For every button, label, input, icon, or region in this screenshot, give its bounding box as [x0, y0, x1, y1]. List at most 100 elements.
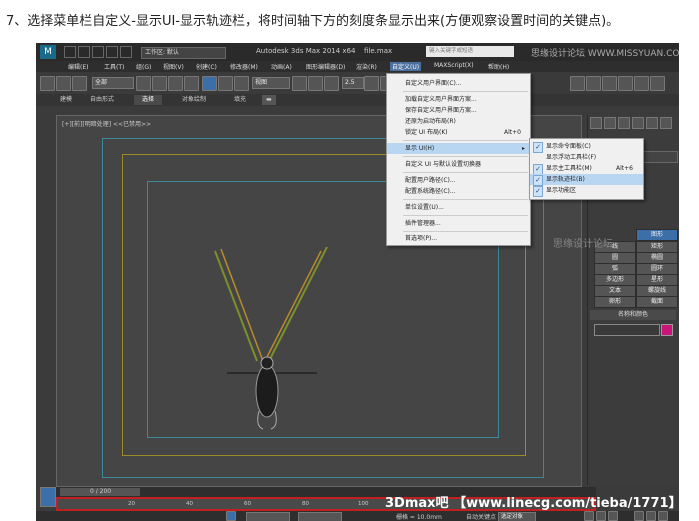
snap-toggle[interactable]: 2.5 [342, 77, 364, 89]
select-manipulate-icon[interactable] [308, 76, 323, 91]
menu-item-units-setup[interactable]: 单位设置(U)... [387, 202, 530, 213]
submenu-item-floating-toolbars[interactable]: 显示浮动工具栏(F) [530, 152, 643, 163]
menu-item-user-paths[interactable]: 配置用户路径(C)... [387, 175, 530, 186]
redo-icon[interactable] [120, 46, 132, 58]
orbit-icon[interactable] [658, 511, 668, 521]
select-by-name-icon[interactable] [152, 76, 167, 91]
select-object-icon[interactable] [136, 76, 151, 91]
ribbon-toggle-icon[interactable]: ▬ [262, 95, 276, 105]
create-tab-icon[interactable] [590, 117, 602, 129]
pivot-icon[interactable] [292, 76, 307, 91]
menu-item-revert-layout[interactable]: 还原为启动布局(R) [387, 116, 530, 127]
autokey-label[interactable]: 自动关键点 [466, 512, 496, 521]
object-color-swatch[interactable] [661, 324, 673, 336]
submenu-item-main-toolbar[interactable]: ✓ 显示主工具栏(M) Alt+6 [530, 163, 643, 175]
menu-item-system-paths[interactable]: 配置系统路径(C)... [387, 186, 530, 197]
menu-views[interactable]: 视图(V) [161, 62, 186, 71]
link-icon[interactable] [40, 76, 55, 91]
ribbon-tab-freeform[interactable]: 自由形式 [82, 95, 122, 105]
display-tab-icon[interactable] [646, 117, 658, 129]
window-crossing-icon[interactable] [184, 76, 199, 91]
menu-item-customize-ui[interactable]: 自定义用户界面(C)... [387, 78, 530, 89]
object-name-field[interactable] [594, 324, 660, 336]
modify-tab-icon[interactable] [604, 117, 616, 129]
rendered-frame-icon[interactable] [618, 76, 633, 91]
viewport-label[interactable]: [+][前][明暗处理] <<已禁用>> [62, 119, 151, 128]
submenu-item-label: 显示浮动工具栏(F) [546, 154, 597, 161]
render-production-icon[interactable] [650, 76, 665, 91]
ribbon-tab-populate[interactable]: 填充 [226, 95, 254, 105]
menu-separator [403, 140, 528, 141]
schematic-view-icon[interactable] [570, 76, 585, 91]
move-icon[interactable] [202, 76, 217, 91]
dragonfly-model[interactable] [207, 241, 347, 431]
angle-snap-icon[interactable] [364, 76, 379, 91]
submenu-item-track-bar[interactable]: ✓ 显示轨迹栏(B) [530, 174, 643, 186]
menu-item-label: 还原为启动布局(R) [405, 118, 456, 125]
menu-tools[interactable]: 工具(T) [102, 62, 126, 71]
y-coordinate-field[interactable] [298, 512, 342, 521]
menu-group[interactable]: 组(G) [134, 62, 153, 71]
bind-spacewarp-icon[interactable] [72, 76, 87, 91]
object-type-highlight[interactable]: 图形 [636, 229, 678, 241]
name-color-rollout[interactable]: 名称和颜色 [590, 310, 676, 320]
rect-selection-icon[interactable] [168, 76, 183, 91]
menu-item-preferences[interactable]: 首选项(P)... [387, 233, 530, 244]
menu-graph-editors[interactable]: 图形编辑器(D) [304, 62, 347, 71]
menu-rendering[interactable]: 渲染(R) [354, 62, 379, 71]
menu-item-ui-switcher[interactable]: 自定义 UI 与默认设置切换器 [387, 159, 530, 170]
menu-customize[interactable]: 自定义(U) [390, 62, 422, 71]
menu-help[interactable]: 帮助(H) [486, 62, 511, 71]
undo-icon[interactable] [106, 46, 118, 58]
menu-item-save-scheme[interactable]: 保存自定义用户界面方案... [387, 105, 530, 116]
menu-item-label: 配置用户路径(C)... [405, 177, 456, 184]
menu-maxscript[interactable]: MAXScript(X) [432, 62, 476, 69]
next-frame-icon[interactable] [596, 511, 606, 521]
submenu-arrow-icon: ▸ [522, 145, 526, 152]
go-to-end-icon[interactable] [608, 511, 618, 521]
motion-tab-icon[interactable] [632, 117, 644, 129]
menu-item-load-scheme[interactable]: 加载自定义用户界面方案... [387, 94, 530, 105]
menu-create[interactable]: 创建(C) [194, 62, 219, 71]
render-setup-icon[interactable] [602, 76, 617, 91]
ribbon-tab-object-paint[interactable]: 对象绘制 [174, 95, 214, 105]
open-file-icon[interactable] [78, 46, 90, 58]
menu-animation[interactable]: 动画(A) [269, 62, 294, 71]
search-input[interactable]: 键入关键字或短语 [426, 46, 514, 57]
lock-selection-icon[interactable] [226, 511, 236, 521]
pan-icon[interactable] [646, 511, 656, 521]
unlink-icon[interactable] [56, 76, 71, 91]
time-slider-handle[interactable]: 0 / 200 [60, 488, 140, 496]
maxscript-listener-icon[interactable] [40, 487, 56, 507]
play-icon[interactable] [584, 511, 594, 521]
scale-icon[interactable] [234, 76, 249, 91]
x-coordinate-field[interactable] [246, 512, 290, 521]
material-editor-icon[interactable] [586, 76, 601, 91]
tick-label: 100 [358, 501, 369, 507]
shape-button-egg[interactable]: 卵形 [594, 296, 636, 308]
menu-modifiers[interactable]: 修改器(M) [228, 62, 260, 71]
keyboard-shortcut-icon[interactable] [324, 76, 339, 91]
rotate-icon[interactable] [218, 76, 233, 91]
utilities-tab-icon[interactable] [660, 117, 672, 129]
selection-set-dropdown[interactable]: 选定对象 [498, 512, 536, 521]
zoom-icon[interactable] [634, 511, 644, 521]
ribbon-tab-selection[interactable]: 选择 [134, 95, 163, 105]
menu-item-show-ui[interactable]: 显示 UI(H) ▸ [387, 143, 530, 154]
shape-button-section[interactable]: 截面 [636, 296, 678, 308]
save-file-icon[interactable] [92, 46, 104, 58]
submenu-item-command-panel[interactable]: ✓ 显示命令面板(C) [530, 141, 643, 153]
hierarchy-tab-icon[interactable] [618, 117, 630, 129]
selection-filter-dropdown[interactable]: 全部 [92, 77, 134, 89]
app-logo-icon[interactable]: M [40, 45, 56, 59]
menu-edit[interactable]: 编辑(E) [66, 62, 90, 71]
submenu-item-ribbon[interactable]: ✓ 显示功能区 [530, 185, 643, 197]
workspace-dropdown[interactable]: 工作区: 默认 [141, 47, 226, 59]
new-file-icon[interactable] [64, 46, 76, 58]
menu-item-plugin-manager[interactable]: 插件管理器... [387, 218, 530, 229]
reference-coord-dropdown[interactable]: 视图 [252, 77, 290, 89]
render-icon[interactable] [634, 76, 649, 91]
menu-bar: 编辑(E) 工具(T) 组(G) 视图(V) 创建(C) 修改器(M) 动画(A… [36, 61, 679, 72]
menu-item-lock-ui[interactable]: 锁定 UI 布局(K) Alt+0 [387, 127, 530, 138]
ribbon-tab-modeling[interactable]: 建模 [52, 95, 80, 105]
